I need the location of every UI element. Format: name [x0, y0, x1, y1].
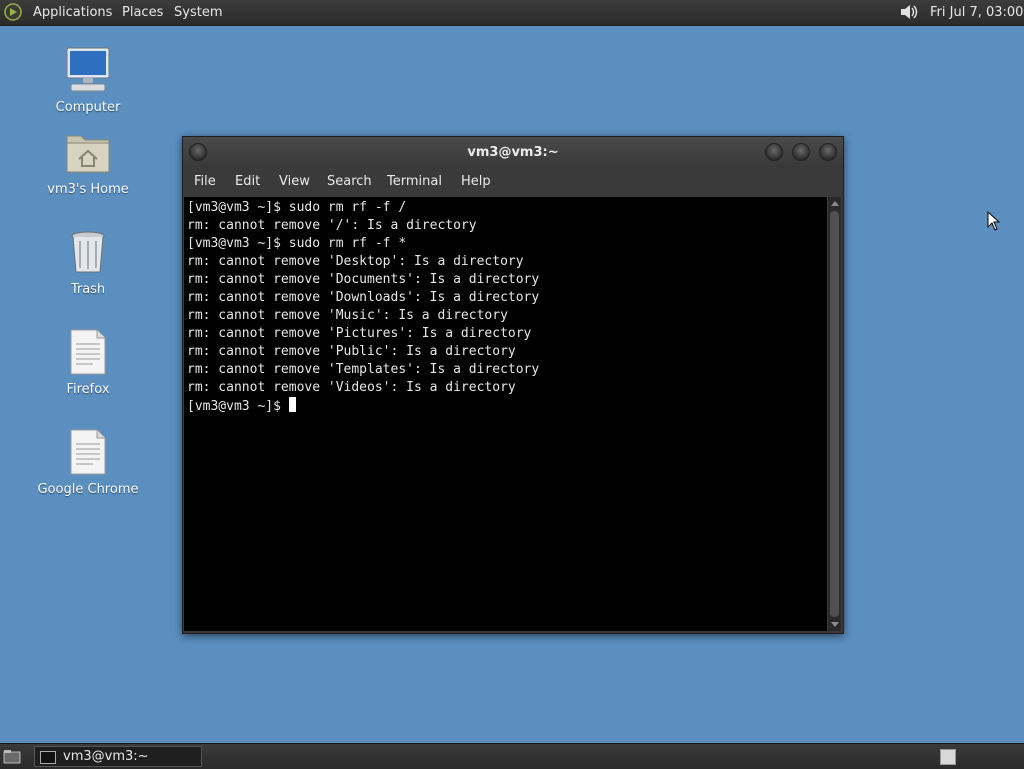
menu-places[interactable]: Places: [122, 0, 163, 25]
scroll-up-arrow-icon[interactable]: [831, 201, 839, 206]
terminal-line: rm: cannot remove 'Templates': Is a dire…: [187, 362, 540, 377]
computer-icon: [66, 47, 110, 92]
desktop-icon-trash[interactable]: Trash: [33, 228, 143, 297]
speaker-icon[interactable]: [898, 3, 920, 21]
menu-help[interactable]: Help: [461, 174, 491, 189]
desktop-icon-google-chrome[interactable]: Google Chrome: [33, 428, 143, 497]
distro-logo-icon[interactable]: [4, 3, 22, 21]
terminal-line: rm: cannot remove 'Public': Is a directo…: [187, 344, 516, 359]
file-icon: [70, 429, 106, 475]
desktop-icon-label: vm3's Home: [47, 182, 129, 197]
terminal-line: rm: cannot remove 'Videos': Is a directo…: [187, 380, 516, 395]
terminal-output[interactable]: [vm3@vm3 ~]$ sudo rm rf -f / rm: cannot r…: [184, 197, 827, 631]
menu-file[interactable]: File: [194, 174, 216, 189]
terminal-line: rm: cannot remove 'Desktop': Is a direct…: [187, 254, 524, 269]
window-title: vm3@vm3:~: [467, 145, 559, 160]
file-icon: [70, 329, 106, 375]
terminal-line: rm: cannot remove 'Pictures': Is a direc…: [187, 326, 532, 341]
top-panel: Applications Places System Fri Jul 7, 03…: [0, 0, 1024, 26]
terminal-icon: [40, 751, 56, 764]
taskbar-button-label: vm3@vm3:~: [63, 749, 149, 764]
menu-terminal[interactable]: Terminal: [387, 174, 442, 189]
terminal-scrollbar[interactable]: [828, 197, 841, 631]
desktop-icon-label: Trash: [70, 282, 106, 297]
close-button[interactable]: [819, 143, 837, 161]
menu-applications[interactable]: Applications: [33, 0, 112, 25]
show-desktop-icon[interactable]: [3, 749, 21, 764]
menu-edit[interactable]: Edit: [235, 174, 260, 189]
home-folder-icon: [66, 135, 110, 173]
terminal-line: rm: cannot remove '/': Is a directory: [187, 218, 477, 233]
minimize-button[interactable]: [765, 143, 783, 161]
terminal-prompt-line: [vm3@vm3 ~]$: [187, 397, 827, 416]
desktop-icon-label: Google Chrome: [37, 482, 139, 497]
desktop-icon-label: Firefox: [66, 382, 110, 397]
clock[interactable]: Fri Jul 7, 03:00: [930, 0, 1023, 25]
desktop-icon-firefox[interactable]: Firefox: [33, 328, 143, 397]
window-titlebar[interactable]: vm3@vm3:~: [183, 137, 843, 167]
terminal-line: rm: cannot remove 'Downloads': Is a dire…: [187, 290, 540, 305]
desktop-icon-home[interactable]: vm3's Home: [33, 128, 143, 197]
mouse-pointer-icon: [987, 211, 1001, 231]
menu-system[interactable]: System: [174, 0, 222, 25]
text-cursor: [288, 397, 296, 412]
maximize-button[interactable]: [792, 143, 810, 161]
taskbar-button-terminal[interactable]: vm3@vm3:~: [34, 746, 202, 767]
menu-view[interactable]: View: [279, 174, 310, 189]
trash-icon: [71, 231, 105, 273]
terminal-line: rm: cannot remove 'Documents': Is a dire…: [187, 272, 540, 287]
scroll-down-arrow-icon[interactable]: [831, 622, 839, 627]
terminal-menubar: File Edit View Search Terminal Help: [183, 167, 843, 197]
scrollbar-thumb[interactable]: [830, 211, 839, 617]
desktop-icon-computer[interactable]: Computer: [33, 46, 143, 115]
terminal-line: [vm3@vm3 ~]$ sudo rm rf -f /: [187, 200, 407, 215]
terminal-window[interactable]: vm3@vm3:~ File Edit View Search Terminal…: [182, 136, 844, 634]
desktop-icon-label: Computer: [55, 100, 121, 115]
terminal-prompt: [vm3@vm3 ~]$: [187, 399, 289, 414]
menu-search[interactable]: Search: [327, 174, 372, 189]
workspace-switcher[interactable]: [940, 749, 956, 765]
terminal-line: rm: cannot remove 'Music': Is a director…: [187, 308, 508, 323]
bottom-panel: vm3@vm3:~: [0, 743, 1024, 769]
terminal-line: [vm3@vm3 ~]$ sudo rm rf -f *: [187, 236, 407, 251]
